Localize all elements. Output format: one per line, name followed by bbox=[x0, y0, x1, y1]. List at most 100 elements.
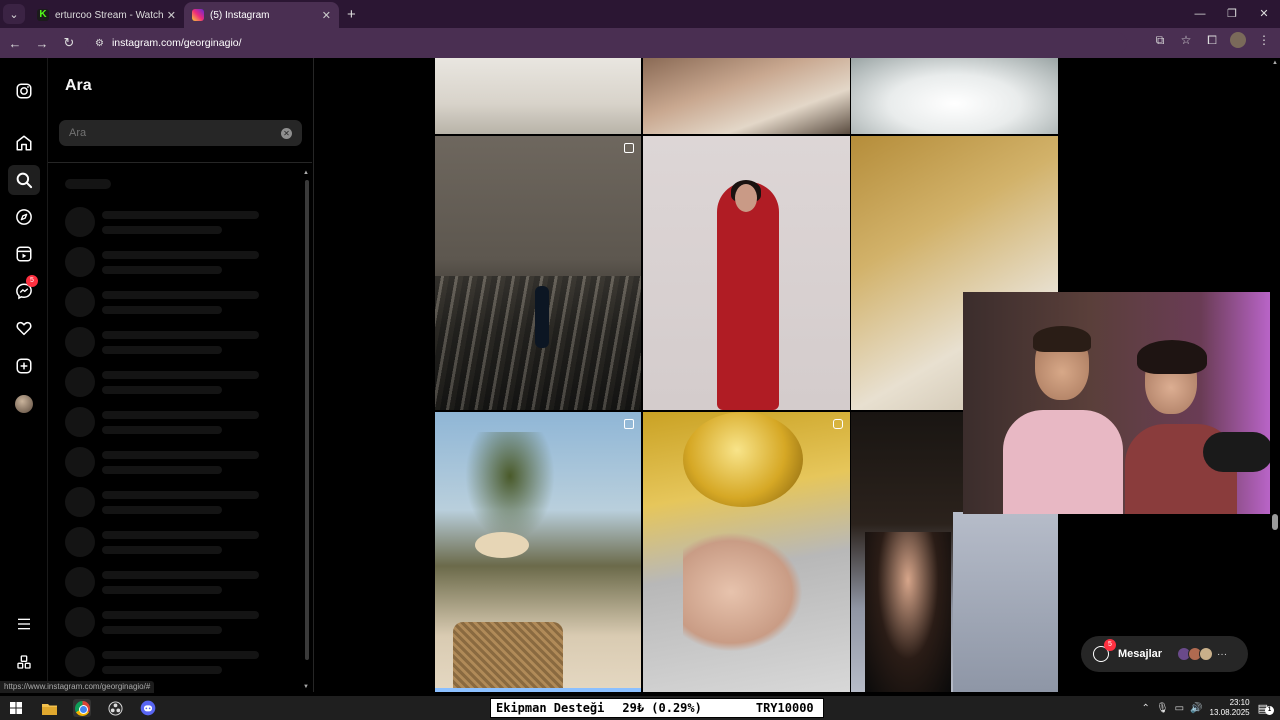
post-thumbnail[interactable] bbox=[435, 136, 641, 410]
skeleton-line bbox=[102, 506, 222, 514]
skeleton-line bbox=[102, 226, 222, 234]
ticker-goal: TRY10000 bbox=[755, 701, 814, 715]
skeleton-row bbox=[65, 447, 265, 477]
minimize-icon[interactable]: — bbox=[1184, 0, 1216, 28]
obs-icon[interactable] bbox=[106, 699, 124, 717]
notification-center-icon[interactable]: ▤ 1 bbox=[1258, 702, 1274, 715]
microphone-icon[interactable]: 🎙 bbox=[1156, 703, 1169, 714]
chevron-up-icon[interactable]: ⌃ bbox=[1142, 703, 1150, 714]
skeleton-row bbox=[65, 327, 265, 357]
restore-icon[interactable]: ❐ bbox=[1216, 0, 1248, 28]
more-icon: ··· bbox=[1217, 648, 1228, 660]
skeleton-avatar bbox=[65, 607, 95, 637]
clear-search-icon[interactable]: ✕ bbox=[281, 128, 292, 139]
system-clock[interactable]: 23:10 13.08.2025 bbox=[1210, 698, 1250, 718]
search-input[interactable] bbox=[59, 120, 302, 146]
tab-title: erturcoo Stream - Watch Live o bbox=[55, 9, 163, 21]
instagram-nav-rail: 5 bbox=[0, 58, 48, 692]
post-thumbnail[interactable] bbox=[435, 412, 641, 692]
skeleton-avatar bbox=[65, 247, 95, 277]
photo-detail bbox=[1003, 410, 1123, 514]
scrollbar-thumb[interactable] bbox=[1272, 514, 1278, 530]
post-thumbnail[interactable] bbox=[435, 58, 641, 134]
windows-start-icon[interactable] bbox=[7, 699, 25, 717]
skeleton-avatar bbox=[65, 447, 95, 477]
chevron-down-icon: ⌄ bbox=[9, 8, 19, 21]
home-icon[interactable] bbox=[12, 131, 36, 155]
skeleton-line bbox=[102, 386, 222, 394]
skeleton-line bbox=[102, 651, 259, 659]
search-panel-title: Ara bbox=[65, 77, 92, 94]
photo-detail bbox=[475, 532, 529, 558]
scroll-up-arrow-icon[interactable]: ▲ bbox=[1272, 60, 1278, 66]
notification-badge: 1 bbox=[1265, 705, 1274, 715]
back-arrow-icon[interactable]: ← bbox=[3, 36, 27, 51]
post-thumbnail[interactable] bbox=[643, 412, 850, 692]
post-thumbnail[interactable] bbox=[643, 136, 850, 410]
explore-icon[interactable] bbox=[12, 205, 36, 229]
messages-badge: 5 bbox=[1104, 639, 1116, 651]
chrome-icon[interactable] bbox=[73, 699, 91, 717]
donation-goal-ticker: Ekipman Desteği 29₺ (0.29%) TRY10000 bbox=[490, 698, 824, 718]
bookmark-star-icon[interactable]: ☆ bbox=[1178, 33, 1194, 47]
messages-button[interactable]: 5 Mesajlar ··· bbox=[1081, 636, 1248, 672]
create-icon[interactable] bbox=[12, 354, 36, 378]
forward-arrow-icon[interactable]: → bbox=[30, 36, 54, 51]
file-explorer-icon[interactable] bbox=[40, 699, 58, 717]
skeleton-avatar bbox=[65, 647, 95, 677]
search-panel: Ara ✕ ▲ ▼ bbox=[48, 58, 314, 692]
heart-icon[interactable] bbox=[12, 316, 36, 340]
clock-date: 13.08.2025 bbox=[1209, 708, 1250, 717]
messenger-icon: 5 bbox=[1093, 639, 1116, 662]
reload-icon[interactable]: ↻ bbox=[57, 35, 81, 51]
browser-tab-kick[interactable]: K erturcoo Stream - Watch Live o ✕ bbox=[29, 2, 184, 28]
profile-avatar-icon[interactable] bbox=[1230, 32, 1246, 48]
browser-tab-instagram[interactable]: (5) Instagram ✕ bbox=[184, 2, 339, 28]
profile-avatar[interactable] bbox=[12, 392, 36, 416]
post-thumbnail[interactable] bbox=[851, 58, 1058, 134]
skeleton-row bbox=[65, 567, 265, 597]
reels-icon[interactable] bbox=[12, 242, 36, 266]
site-info-icon[interactable]: ⚙ bbox=[95, 38, 104, 49]
photo-detail bbox=[953, 512, 1058, 692]
scrollbar-thumb[interactable] bbox=[305, 180, 309, 660]
volume-icon[interactable]: 🔊 bbox=[1190, 703, 1202, 714]
search-panel-scrollbar[interactable]: ▲ ▼ bbox=[302, 170, 312, 690]
page-scrollbar[interactable]: ▲ bbox=[1270, 58, 1280, 692]
skeleton-line bbox=[102, 306, 222, 314]
close-tab-icon[interactable]: ✕ bbox=[167, 9, 176, 22]
photo-detail bbox=[735, 184, 757, 212]
cast-icon[interactable]: ⧉ bbox=[1152, 33, 1168, 48]
messenger-icon[interactable]: 5 bbox=[12, 275, 38, 303]
photo-detail bbox=[865, 532, 951, 692]
network-icon[interactable]: ▭ bbox=[1175, 703, 1184, 714]
photo-detail bbox=[1137, 340, 1207, 374]
skeleton-heading bbox=[65, 179, 111, 189]
skeleton-row bbox=[65, 247, 265, 277]
skeleton-line bbox=[102, 451, 259, 459]
instagram-icon bbox=[192, 9, 204, 21]
scroll-down-arrow-icon[interactable]: ▼ bbox=[303, 684, 309, 690]
skeleton-avatar bbox=[65, 287, 95, 317]
new-tab-button[interactable]: + bbox=[347, 6, 356, 23]
skeleton-row bbox=[65, 647, 265, 677]
address-bar[interactable]: ⚙ instagram.com/georginagio/ bbox=[87, 32, 1127, 54]
post-thumbnail[interactable] bbox=[643, 58, 850, 134]
message-avatars bbox=[1177, 647, 1214, 661]
discord-icon[interactable] bbox=[139, 699, 157, 717]
close-tab-icon[interactable]: ✕ bbox=[322, 9, 331, 22]
tab-search-button[interactable]: ⌄ bbox=[3, 4, 25, 24]
instagram-logo-icon[interactable] bbox=[12, 79, 36, 103]
ticker-label: Ekipman Desteği bbox=[496, 701, 605, 715]
close-window-icon[interactable]: ✕ bbox=[1248, 0, 1280, 28]
streamer-figure bbox=[1003, 326, 1123, 514]
threads-icon[interactable] bbox=[12, 650, 36, 674]
photo-detail bbox=[1033, 326, 1091, 352]
search-icon[interactable] bbox=[8, 165, 40, 195]
menu-icon[interactable] bbox=[12, 612, 36, 636]
skeleton-line bbox=[102, 666, 222, 674]
skeleton-avatar bbox=[65, 327, 95, 357]
scroll-up-arrow-icon[interactable]: ▲ bbox=[303, 170, 309, 176]
kebab-menu-icon[interactable]: ⋮ bbox=[1256, 33, 1272, 47]
extensions-icon[interactable]: ⧠ bbox=[1204, 33, 1220, 48]
